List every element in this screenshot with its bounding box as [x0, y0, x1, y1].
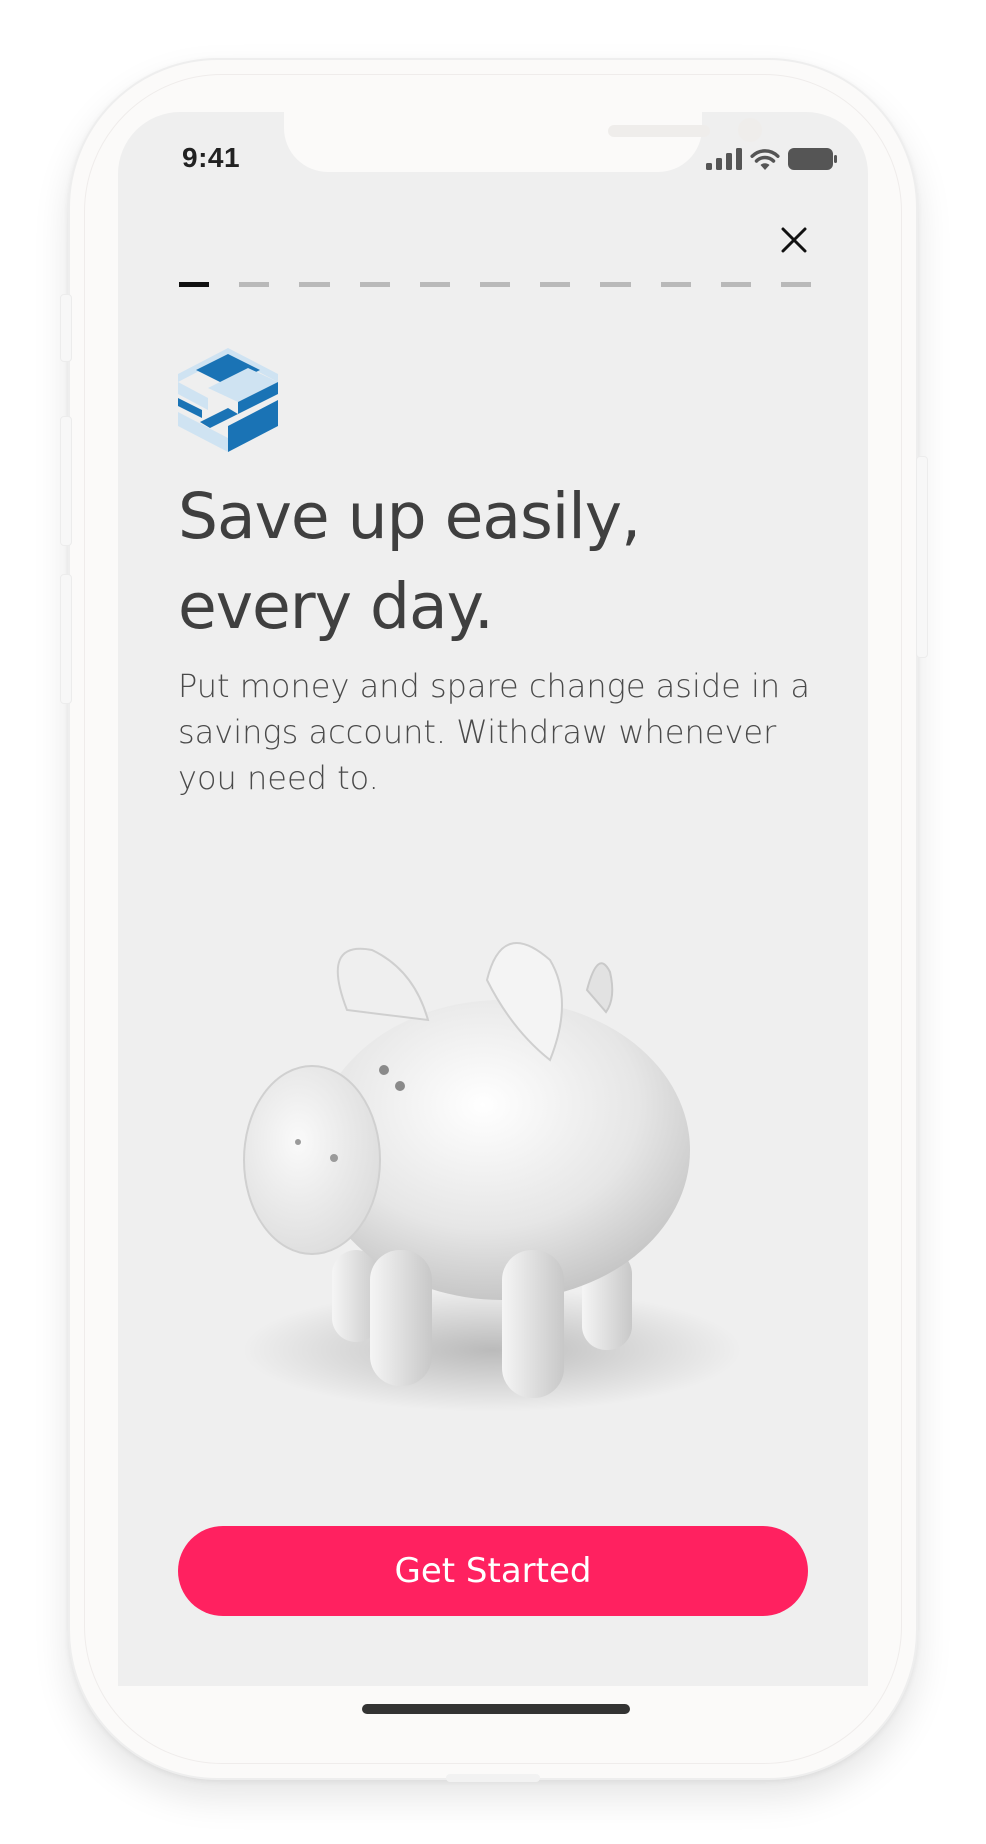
- status-icons: [706, 146, 838, 170]
- progress-step: [239, 282, 270, 287]
- progress-step: [359, 282, 390, 287]
- close-icon: [781, 227, 807, 253]
- status-time: 9:41: [182, 142, 241, 173]
- wifi-icon: [750, 149, 780, 170]
- close-button[interactable]: [774, 220, 814, 260]
- phone-bottom-edge: [446, 1774, 540, 1782]
- battery-icon: [788, 148, 837, 170]
- piggy-bank-illustration: [242, 942, 742, 1412]
- app-screen: 9:41 Save up easily, every day. Put mone…: [118, 112, 868, 1686]
- progress-step: [780, 282, 812, 287]
- progress-step: [660, 282, 691, 287]
- page-description: Put money and spare change aside in a sa…: [178, 667, 810, 797]
- progress-step: [540, 282, 571, 287]
- progress-step: [600, 282, 631, 287]
- progress-step: [299, 282, 330, 287]
- speaker-grille: [608, 125, 710, 137]
- notch: [284, 112, 762, 172]
- onboarding-progress: [179, 282, 812, 288]
- bank-logo: [178, 348, 278, 452]
- progress-step: [419, 282, 450, 287]
- silent-switch: [60, 294, 72, 362]
- cellular-signal-icon: [706, 148, 742, 170]
- home-indicator[interactable]: [362, 1704, 630, 1714]
- front-camera: [738, 118, 762, 142]
- progress-step: [179, 282, 210, 287]
- volume-up-button: [60, 416, 72, 546]
- power-button: [916, 456, 928, 658]
- volume-down-button: [60, 574, 72, 704]
- progress-step: [720, 282, 751, 287]
- page-title: Save up easily, every day.: [178, 480, 641, 643]
- progress-step: [479, 282, 511, 287]
- get-started-button[interactable]: Get Started: [178, 1526, 808, 1616]
